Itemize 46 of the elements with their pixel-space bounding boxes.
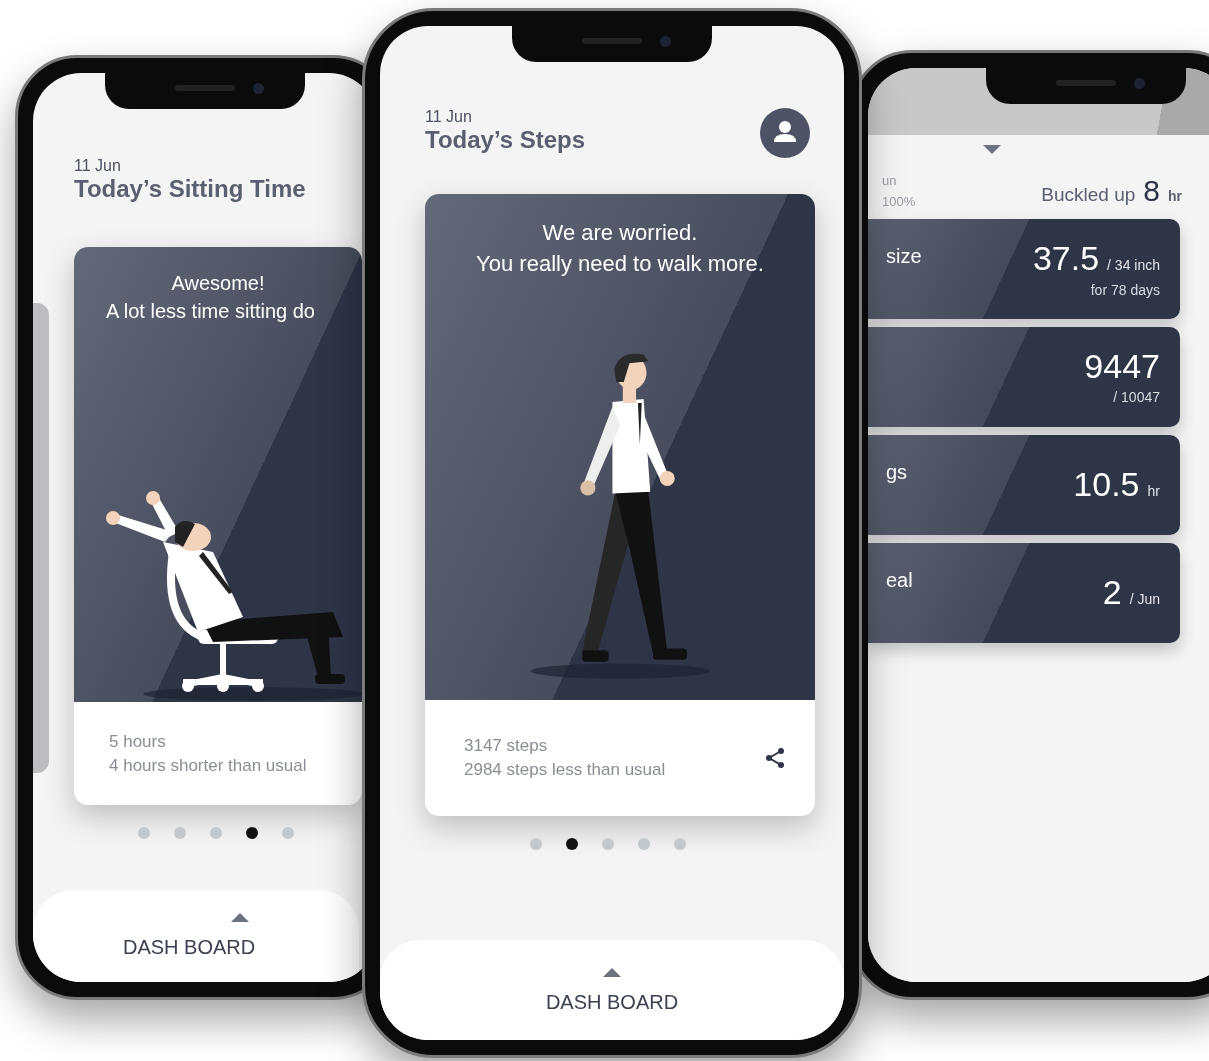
page-dot[interactable] (530, 838, 542, 850)
page-dot[interactable] (282, 827, 294, 840)
result-value: 3147 steps (464, 735, 549, 758)
card-headline: We are worried. (542, 219, 698, 247)
summary-unit: hr (1168, 186, 1182, 206)
date-label: 11 Jun (74, 157, 122, 175)
screen-title: Today’s Sitting Time (74, 174, 306, 204)
caret-down-icon[interactable] (983, 144, 1001, 154)
card-message: You really need to walk more. (476, 249, 764, 278)
stat-unit: / 34 inch (1107, 255, 1160, 275)
page-dot[interactable] (602, 838, 614, 850)
stat-value: 2 (1102, 574, 1122, 609)
result-comparison: 2984 steps less than usual (464, 759, 666, 781)
result-comparison: 4 hours shorter than usual (109, 754, 307, 777)
caret-up-icon (231, 913, 249, 922)
page-dot[interactable] (174, 827, 186, 840)
stat-label: size (886, 244, 922, 267)
date-label: 11 Jun (425, 108, 473, 126)
stat-value: 10.5 (1073, 466, 1140, 501)
page-dot[interactable] (566, 838, 578, 850)
stat-note: / 10047 (1113, 387, 1160, 407)
page-dot[interactable] (246, 827, 258, 840)
card-message: A lot less time sitting do (105, 299, 315, 325)
stat-value: 37.5 (1032, 240, 1100, 275)
date-label: un (882, 172, 898, 191)
page-dot[interactable] (138, 827, 150, 840)
stat-label: gs (886, 460, 908, 483)
stat-note: for 78 days (1090, 280, 1160, 300)
dashboard-button[interactable]: DASH BOARD (380, 940, 844, 1040)
result-value: 5 hours (109, 731, 167, 754)
dashboard-button[interactable]: DASH BOARD (33, 890, 359, 982)
stat-label: eal (886, 568, 913, 591)
card-headline: Awesome! (171, 271, 265, 297)
stat-unit: / Jun (1129, 589, 1160, 609)
page-dot[interactable] (638, 838, 650, 850)
summary-label: Buckled up (1041, 182, 1136, 207)
stat-value: 9447 (1084, 348, 1160, 383)
screen-title: Today’s Steps (425, 125, 586, 155)
profile-icon[interactable] (760, 108, 810, 158)
summary-value: 8 (1143, 172, 1160, 209)
percent-label: 100% (882, 192, 916, 211)
page-dot[interactable] (210, 827, 222, 840)
share-icon[interactable] (763, 746, 787, 771)
caret-up-icon (603, 968, 621, 977)
stat-unit: hr (1147, 481, 1160, 501)
page-dot[interactable] (674, 838, 686, 850)
